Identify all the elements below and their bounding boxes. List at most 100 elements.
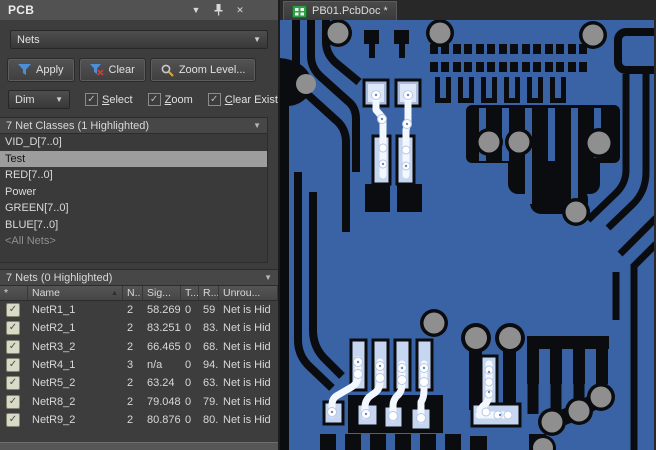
net-class-item[interactable]: Power [0,184,267,201]
net-row-unrouted: Net is Hid [223,413,271,426]
document-tab-bar: PB01.PcbDoc * [280,0,656,20]
net-row-nodes: 2 [127,322,134,335]
net-class-item[interactable]: GREEN[7..0] [0,200,267,217]
net-row-name: NetR9_2 [32,413,76,426]
col-header-name[interactable]: Name ▲ [28,286,123,301]
net-row-unrouted: Net is Hid [223,395,271,408]
select-checkbox[interactable]: ✓ Select [85,93,133,106]
nets-header-label: 7 Nets (0 Highlighted) [6,271,113,284]
panel-title: PCB [8,3,35,17]
dim-mode-select[interactable]: Dim ▼ [8,90,70,109]
net-row-checkbox[interactable]: ✓ [0,392,28,410]
col-header-nodes[interactable]: N.. [123,286,143,301]
net-class-item[interactable]: RED[7..0] [0,167,267,184]
net-row-signal: 79.048 [147,395,181,408]
col-header-checkbox[interactable]: * [0,286,28,301]
nets-table-empty-area [0,429,278,442]
zoom-checkbox[interactable]: ✓ Zoom [147,93,193,106]
net-row-signal: 66.465 [147,340,181,353]
funnel-x-icon [89,64,104,76]
panel-mode-select[interactable]: Nets ▼ [10,30,268,49]
net-class-item[interactable]: BLUE[7..0] [0,217,267,234]
tab-pb01-pcbdoc[interactable]: PB01.PcbDoc * [283,1,397,20]
net-row-t: 0 [185,340,192,353]
apply-button[interactable]: Apply [7,58,75,82]
pcb-canvas-wrap [280,20,656,450]
chevron-down-icon: ▼ [253,121,261,130]
nets-header[interactable]: 7 Nets (0 Highlighted) ▼ [0,269,278,286]
clear-button-label: Clear [108,64,135,76]
close-icon[interactable]: ✕ [232,3,248,17]
dim-options-row: Dim ▼ ✓ Select ✓ Zoom ✓ Clear Existing [8,90,278,109]
chevron-down-icon: ▼ [55,95,63,104]
net-table-row[interactable]: ✓ NetR3_2 2 66.465 0 68. Net is Hid [0,338,278,356]
col-header-name-label: Name [32,287,61,299]
checkbox-check-icon: ✓ [6,412,20,427]
clear-existing-checkbox[interactable]: ✓ Clear Existing [207,93,278,106]
net-table-row[interactable]: ✓ NetR5_2 2 63.24 0 63. Net is Hid [0,374,278,392]
pcb-panel-titlebar: PCB ▼ ✕ [0,0,278,20]
funnel-icon [18,64,31,75]
net-row-name: NetR4_1 [32,359,76,372]
pcb-canvas[interactable] [280,20,654,450]
clear-button[interactable]: Clear [78,58,146,82]
col-header-unrouted[interactable]: Unrou... [219,286,278,301]
net-classes-list: VID_D[7..0] Test RED[7..0] Power GREEN[7… [0,134,267,263]
filter-button-row: Apply Clear Zoom Level... [7,58,278,82]
checkbox-check-icon: ✓ [147,93,161,106]
net-row-nodes: 2 [127,340,134,353]
net-row-checkbox[interactable]: ✓ [0,411,28,429]
net-table-row[interactable]: ✓ NetR9_2 2 80.876 0 80. Net is Hid [0,411,278,429]
net-row-name: NetR8_2 [32,395,76,408]
checkbox-check-icon: ✓ [207,93,221,106]
zoom-level-button[interactable]: Zoom Level... [149,58,257,82]
select-checkbox-label: Select [102,93,133,106]
net-row-signal: 83.251 [147,322,181,335]
net-row-unrouted: Net is Hid [223,322,271,335]
col-header-t[interactable]: T... [181,286,199,301]
net-row-t: 0 [185,322,192,335]
net-class-item-all-nets[interactable]: <All Nets> [0,233,267,250]
net-table-row[interactable]: ✓ NetR2_1 2 83.251 0 83. Net is Hid [0,319,278,337]
net-class-item[interactable]: VID_D[7..0] [0,134,267,151]
net-row-t: 0 [185,395,192,408]
net-row-signal: 63.24 [147,377,175,390]
net-table-row[interactable]: ✓ NetR1_1 2 58.269 0 59 Net is Hid [0,301,278,319]
net-row-checkbox[interactable]: ✓ [0,356,28,374]
net-row-signal: n/a [147,359,163,372]
nets-table-body: ✓ NetR1_1 2 58.269 0 59 Net is Hid ✓ NetR2_1 2 83.… [0,301,278,429]
net-table-row[interactable]: ✓ NetR8_2 2 79.048 0 79. Net is Hid [0,392,278,410]
net-row-name: NetR2_1 [32,322,76,335]
net-row-checkbox[interactable]: ✓ [0,301,28,319]
net-row-name: NetR1_1 [32,304,76,317]
pin-icon[interactable] [210,3,226,17]
net-row-t: 0 [185,359,192,372]
net-row-r: 59 [203,304,216,317]
checkbox-check-icon: ✓ [6,358,20,373]
net-row-name: NetR3_2 [32,340,76,353]
zoom-level-button-label: Zoom Level... [178,64,246,76]
net-classes-header[interactable]: 7 Net Classes (1 Highlighted) ▼ [0,117,267,134]
pcb-document-icon [292,4,307,18]
pcb-panel: PCB ▼ ✕ Nets ▼ Apply Clear Zoom Level...… [0,0,280,450]
altium-workspace: PCB ▼ ✕ Nets ▼ Apply Clear Zoom Level...… [0,0,656,450]
net-row-r: 80. [203,413,219,426]
checkbox-check-icon: ✓ [6,303,20,318]
checkbox-check-icon: ✓ [6,321,20,336]
net-row-checkbox[interactable]: ✓ [0,319,28,337]
sort-ascending-icon: ▲ [111,289,118,297]
net-table-row[interactable]: ✓ NetR4_1 3 n/a 0 94. Net is Hid [0,356,278,374]
net-classes-box: 7 Net Classes (1 Highlighted) ▼ VID_D[7.… [0,117,268,263]
panel-menu-chevron-icon[interactable]: ▼ [188,3,204,17]
net-classes-header-label: 7 Net Classes (1 Highlighted) [6,119,150,132]
col-header-r[interactable]: R... [199,286,219,301]
checkbox-check-icon: ✓ [6,394,20,409]
net-row-name: NetR5_2 [32,377,76,390]
net-row-unrouted: Net is Hid [223,340,271,353]
col-header-signal[interactable]: Sig... [143,286,181,301]
net-row-checkbox[interactable]: ✓ [0,338,28,356]
checkbox-check-icon: ✓ [6,339,20,354]
net-class-item-selected[interactable]: Test [0,150,267,167]
net-row-checkbox[interactable]: ✓ [0,374,28,392]
checkbox-check-icon: ✓ [85,93,98,106]
